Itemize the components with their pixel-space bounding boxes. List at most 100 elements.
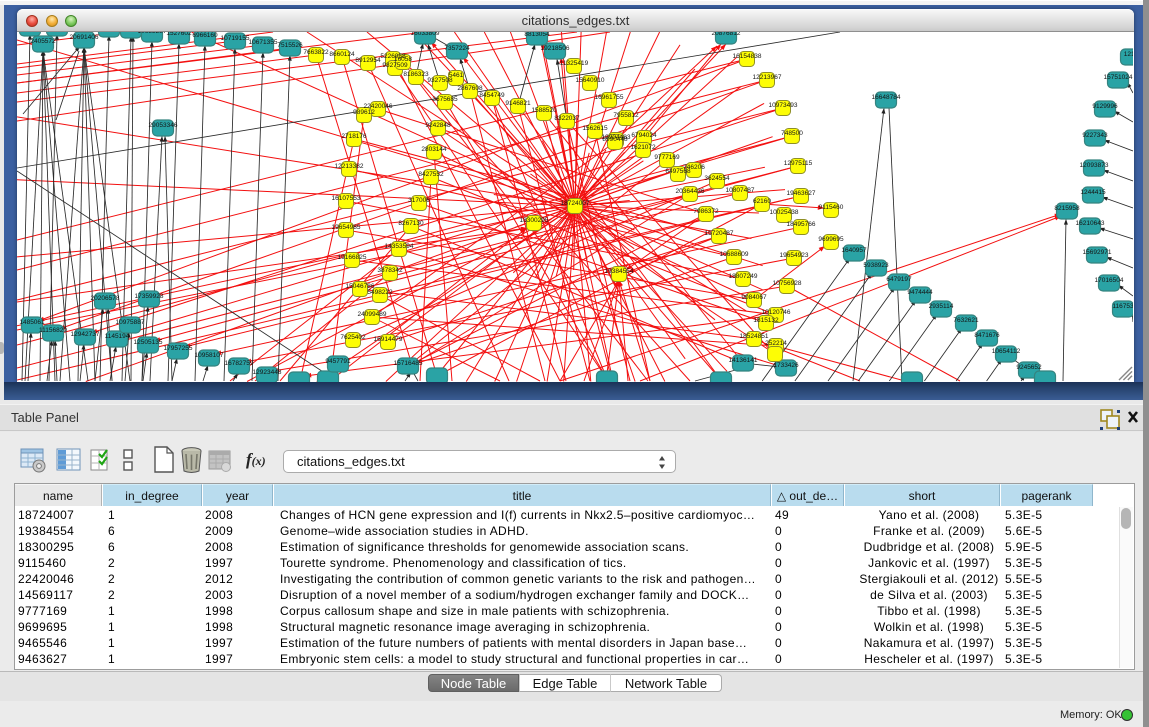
svg-text:9242848: 9242848 <box>425 122 451 129</box>
svg-text:15640910: 15640910 <box>576 77 605 84</box>
svg-text:19166825: 19166825 <box>338 254 367 261</box>
svg-text:10975887: 10975887 <box>116 319 145 326</box>
svg-text:116753: 116753 <box>1112 303 1133 310</box>
svg-text:16782759: 16782759 <box>225 360 254 367</box>
svg-text:12942737: 12942737 <box>71 331 100 338</box>
svg-text:20876812: 20876812 <box>712 32 741 37</box>
svg-text:252214: 252214 <box>765 340 787 347</box>
svg-text:19384554: 19384554 <box>605 268 634 275</box>
svg-text:15720487: 15720487 <box>705 230 734 237</box>
svg-text:10120746: 10120746 <box>762 309 791 316</box>
svg-text:12213382: 12213382 <box>335 163 364 170</box>
svg-text:15692971: 15692971 <box>1083 249 1112 256</box>
svg-text:2867608: 2867608 <box>457 85 483 92</box>
svg-text:8912954: 8912954 <box>355 57 381 64</box>
svg-text:16033809: 16033809 <box>411 32 440 37</box>
svg-text:3878342: 3878342 <box>377 267 403 274</box>
svg-text:2405572: 2405572 <box>30 38 56 45</box>
svg-text:10807487: 10807487 <box>726 187 755 194</box>
svg-text:6479197: 6479197 <box>886 276 912 283</box>
svg-text:317006: 317006 <box>408 197 430 204</box>
svg-text:1815132: 1815132 <box>753 317 779 324</box>
svg-text:8454749: 8454749 <box>479 92 505 99</box>
svg-text:18807249: 18807249 <box>729 273 758 280</box>
svg-text:1212: 1212 <box>1124 51 1133 58</box>
svg-text:18524851: 18524851 <box>740 333 769 340</box>
svg-text:2935114: 2935114 <box>929 303 954 310</box>
svg-text:20364436: 20364436 <box>676 188 705 195</box>
svg-text:16961755: 16961755 <box>595 94 624 101</box>
svg-text:9777169: 9777169 <box>654 154 680 161</box>
svg-text:8471676: 8471676 <box>974 332 1000 339</box>
svg-text:1527602: 1527602 <box>166 32 192 37</box>
svg-text:10688609: 10688609 <box>720 251 749 258</box>
svg-text:1145194: 1145194 <box>105 333 130 340</box>
svg-text:10653287: 10653287 <box>138 32 167 35</box>
svg-text:12093873: 12093873 <box>1080 162 1109 169</box>
svg-text:14136141: 14136141 <box>729 357 758 364</box>
svg-text:16914479: 16914479 <box>374 336 403 343</box>
svg-text:989612: 989612 <box>353 109 375 116</box>
svg-text:1485061: 1485061 <box>19 319 45 326</box>
svg-text:15751024: 15751024 <box>1104 74 1133 81</box>
svg-text:7663822: 7663822 <box>303 49 329 56</box>
svg-text:1562615: 1562615 <box>582 125 608 132</box>
svg-text:8186323: 8186323 <box>403 71 429 78</box>
svg-text:7632621: 7632621 <box>953 317 979 324</box>
svg-text:16058: 16058 <box>394 56 412 63</box>
svg-text:8990448: 8990448 <box>602 136 628 143</box>
svg-text:9474444: 9474444 <box>907 289 933 296</box>
svg-text:19463627: 19463627 <box>787 190 816 197</box>
svg-text:19654923: 19654923 <box>780 252 809 259</box>
svg-text:3675685: 3675685 <box>432 96 458 103</box>
svg-text:8322037: 8322037 <box>554 115 580 122</box>
svg-text:17016504: 17016504 <box>1095 277 1124 284</box>
svg-text:2718176: 2718176 <box>341 133 367 140</box>
svg-text:10671355: 10671355 <box>249 39 278 46</box>
svg-text:16154838: 16154838 <box>733 53 762 60</box>
svg-text:5498222: 5498222 <box>367 289 393 296</box>
svg-text:9699695: 9699695 <box>818 236 844 243</box>
svg-text:18724007: 18724007 <box>561 200 590 207</box>
svg-text:7986372: 7986372 <box>693 208 719 215</box>
svg-text:5461: 5461 <box>449 72 464 79</box>
svg-text:9245652: 9245652 <box>1016 364 1042 371</box>
svg-text:9129996: 9129996 <box>1092 103 1118 110</box>
svg-text:7357224: 7357224 <box>444 45 470 52</box>
svg-text:11156829: 11156829 <box>39 327 67 334</box>
svg-text:10025438: 10025438 <box>770 209 799 216</box>
svg-text:11325419: 11325419 <box>560 60 589 67</box>
svg-text:9146821: 9146821 <box>505 100 531 107</box>
svg-text:12975115: 12975115 <box>784 160 813 167</box>
svg-text:1244415: 1244415 <box>1080 189 1106 196</box>
svg-text:20691406: 20691406 <box>70 34 99 41</box>
svg-text:20206578: 20206578 <box>91 295 120 302</box>
svg-text:12505135: 12505135 <box>134 339 163 346</box>
svg-text:19218506: 19218506 <box>541 45 570 52</box>
svg-text:9227343: 9227343 <box>1082 132 1108 139</box>
svg-text:17957255: 17957255 <box>164 345 193 352</box>
svg-text:10958107: 10958107 <box>195 352 224 359</box>
svg-text:9327509: 9327509 <box>382 62 408 69</box>
svg-text:17359928: 17359928 <box>135 293 164 300</box>
svg-text:14353594: 14353594 <box>385 243 414 250</box>
svg-text:7625402: 7625402 <box>340 334 366 341</box>
svg-text:24099489: 24099489 <box>358 311 387 318</box>
svg-text:29053346: 29053346 <box>149 122 178 129</box>
svg-text:19654985: 19654985 <box>332 224 361 231</box>
svg-text:16210643: 16210643 <box>1076 220 1105 227</box>
svg-text:16648784: 16648784 <box>872 94 901 101</box>
svg-text:8267130: 8267130 <box>398 220 424 227</box>
svg-text:8427552: 8427552 <box>418 171 444 178</box>
svg-text:8813054: 8813054 <box>524 32 550 38</box>
svg-text:2803144: 2803144 <box>421 146 447 153</box>
svg-text:18300295: 18300295 <box>520 217 549 224</box>
svg-text:5938923: 5938923 <box>863 262 889 269</box>
svg-text:10973493: 10973493 <box>769 102 798 109</box>
svg-text:8660124: 8660124 <box>329 51 355 58</box>
svg-text:12213967: 12213967 <box>753 74 782 81</box>
svg-text:746206: 746206 <box>683 164 705 171</box>
svg-text:62160: 62160 <box>753 198 771 205</box>
svg-text:10756928: 10756928 <box>773 280 802 287</box>
svg-text:3624554: 3624554 <box>704 175 730 182</box>
